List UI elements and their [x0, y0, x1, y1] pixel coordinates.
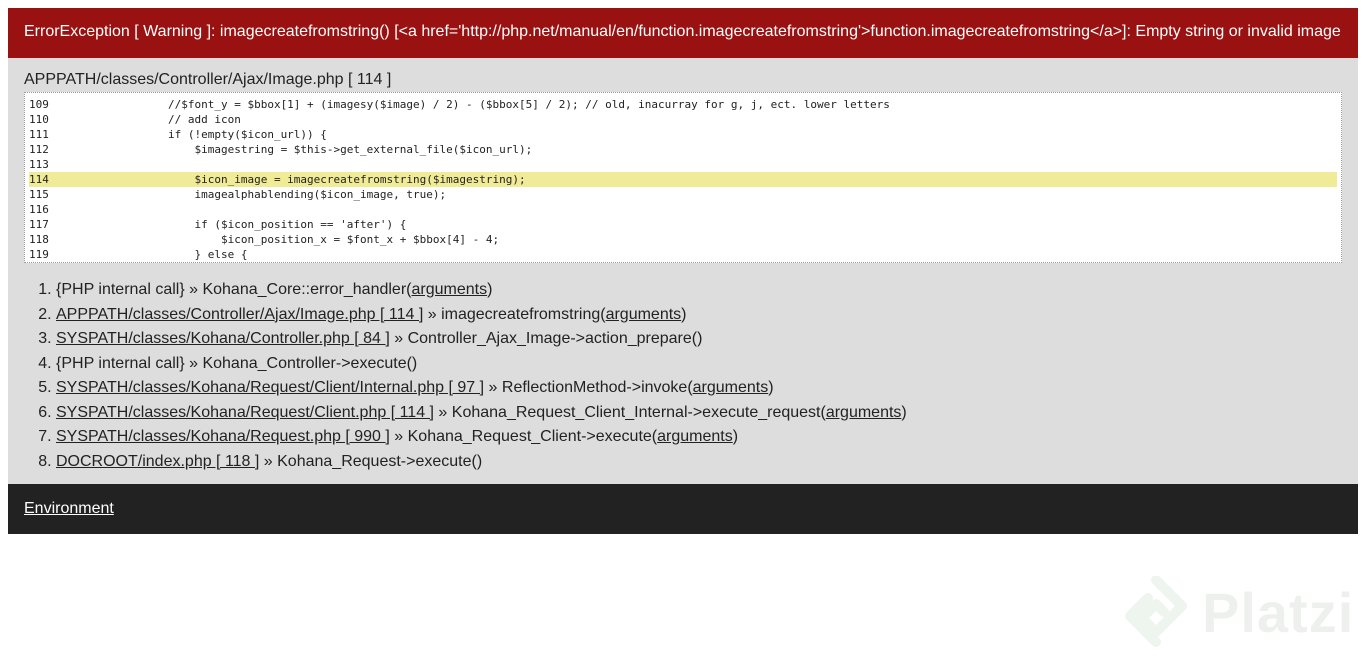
trace-file-link[interactable]: SYSPATH/classes/Kohana/Request/Client/In…: [56, 379, 484, 396]
line-number: 116: [29, 203, 49, 216]
environment-toggle-link[interactable]: Environment: [24, 500, 114, 517]
line-code: if ($icon_position == 'after') {: [115, 218, 407, 231]
source-line: 111 if (!empty($icon_url)) {: [29, 127, 1337, 142]
error-file-location: APPPATH/classes/Controller/Ajax/Image.ph…: [24, 71, 392, 88]
line-number: 114: [29, 173, 49, 186]
trace-item: SYSPATH/classes/Kohana/Request/Client.ph…: [56, 401, 1342, 426]
trace-file-link[interactable]: DOCROOT/index.php [ 118 ]: [56, 453, 259, 470]
trace-call-close: ): [681, 305, 687, 323]
trace-item: {PHP internal call} » Kohana_Core::error…: [56, 278, 1342, 303]
trace-arguments-link[interactable]: arguments: [606, 306, 682, 323]
trace-file-link[interactable]: SYSPATH/classes/Kohana/Controller.php [ …: [56, 330, 390, 347]
line-code: //$font_y = $bbox[1] + (imagesy($image) …: [115, 98, 890, 111]
line-code: $imagestring = $this->get_external_file(…: [115, 143, 533, 156]
trace-call-text: » ReflectionMethod->invoke(: [484, 379, 693, 396]
trace-call-close: ): [487, 281, 493, 298]
error-page: ErrorException [ Warning ]: imagecreatef…: [8, 8, 1358, 534]
trace-call-text: » Kohana_Request->execute(): [259, 452, 483, 470]
trace-call-close: ): [901, 403, 907, 421]
line-number: 118: [29, 233, 49, 246]
error-header[interactable]: ErrorException [ Warning ]: imagecreatef…: [8, 8, 1358, 58]
trace-call-close: ): [768, 379, 774, 396]
line-code: if (!empty($icon_url)) {: [115, 128, 327, 141]
source-line-highlighted: 114 $icon_image = imagecreatefromstring(…: [29, 172, 1337, 187]
trace-call-close: ): [732, 428, 739, 445]
trace-item: DOCROOT/index.php [ 118 ] » Kohana_Reque…: [56, 450, 1342, 475]
trace-arguments-link[interactable]: arguments: [693, 379, 769, 396]
trace-file-link[interactable]: SYSPATH/classes/Kohana/Request.php [ 990…: [56, 428, 390, 445]
source-line: 117 if ($icon_position == 'after') {: [29, 217, 1337, 232]
trace-call-text: » imagecreatefromstring(: [423, 305, 606, 323]
trace-call-text: {PHP internal call} » Kohana_Controller-…: [56, 354, 418, 372]
trace-item: SYSPATH/classes/Kohana/Controller.php [ …: [56, 327, 1342, 352]
trace-call-text: {PHP internal call} » Kohana_Core::error…: [56, 281, 412, 298]
trace-item: SYSPATH/classes/Kohana/Request.php [ 990…: [56, 425, 1342, 450]
trace-file-link[interactable]: APPPATH/classes/Controller/Ajax/Image.ph…: [56, 306, 423, 323]
source-line: 112 $imagestring = $this->get_external_f…: [29, 142, 1337, 157]
line-code: $icon_image = imagecreatefromstring($ima…: [115, 173, 526, 186]
source-line: 119 } else {: [29, 247, 1337, 262]
line-number: 115: [29, 188, 49, 201]
source-line: 110 // add icon: [29, 112, 1337, 127]
line-number: 117: [29, 218, 49, 231]
line-code: $icon_position_x = $font_x + $bbox[4] - …: [115, 233, 500, 246]
trace-file-link[interactable]: SYSPATH/classes/Kohana/Request/Client.ph…: [56, 404, 434, 421]
line-number: 113: [29, 158, 49, 171]
source-line: 118 $icon_position_x = $font_x + $bbox[4…: [29, 232, 1337, 247]
trace-item: SYSPATH/classes/Kohana/Request/Client/In…: [56, 376, 1342, 401]
trace-arguments-link[interactable]: arguments: [657, 428, 733, 445]
line-number: 109: [29, 98, 49, 111]
line-code: // add icon: [115, 113, 241, 126]
source-code-block: 109 //$font_y = $bbox[1] + (imagesy($ima…: [24, 92, 1342, 263]
platzi-logo-icon: [1125, 576, 1187, 647]
source-line: 115 imagealphablending($icon_image, true…: [29, 187, 1337, 202]
trace-item: APPPATH/classes/Controller/Ajax/Image.ph…: [56, 303, 1342, 328]
line-number: 112: [29, 143, 49, 156]
line-number: 111: [29, 128, 49, 141]
trace-arguments-link[interactable]: arguments: [826, 404, 902, 421]
trace-call-text: » Kohana_Request_Client->execute(: [389, 428, 658, 445]
trace-arguments-link[interactable]: arguments: [411, 281, 487, 298]
line-code: } else {: [115, 248, 248, 261]
trace-call-text: » Controller_Ajax_Image->action_prepare(…: [389, 330, 703, 347]
trace-item: {PHP internal call} » Kohana_Controller-…: [56, 352, 1342, 377]
source-line: 116: [29, 202, 1337, 217]
source-line: 113: [29, 157, 1337, 172]
line-number: 119: [29, 248, 49, 261]
line-number: 110: [29, 113, 49, 126]
line-code: imagealphablending($icon_image, true);: [115, 188, 447, 201]
trace-call-text: » Kohana_Request_Client_Internal->execut…: [433, 403, 826, 421]
error-content: APPPATH/classes/Controller/Ajax/Image.ph…: [8, 58, 1358, 484]
platzi-watermark: Platzi: [1124, 572, 1354, 652]
watermark-text: Platzi: [1202, 580, 1355, 644]
stack-trace-list: {PHP internal call} » Kohana_Core::error…: [24, 278, 1342, 474]
source-line: 109 //$font_y = $bbox[1] + (imagesy($ima…: [29, 97, 1337, 112]
environment-bar: Environment: [8, 484, 1358, 534]
